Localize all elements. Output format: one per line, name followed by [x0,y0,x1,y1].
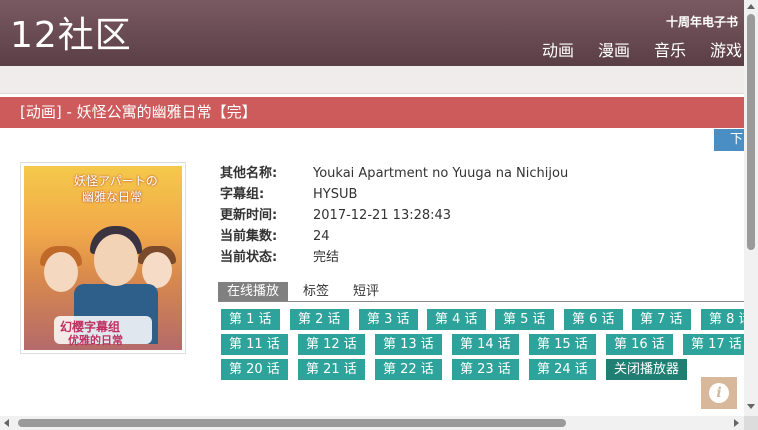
info-list: 其他名称: Youkai Apartment no Yuuga na Nichi… [220,163,568,268]
scroll-right-arrow-icon[interactable] [734,419,739,427]
info-label: 更新时间: [220,208,278,223]
info-row-status: 当前状态: 完结 [220,247,568,268]
nav-games[interactable]: 游戏 [710,37,742,61]
info-button[interactable]: i [701,377,737,409]
site-header: 12社区 十周年电子书 动画 漫画 音乐 游戏 [0,0,758,66]
info-value: HYSUB [313,187,358,202]
info-row-update-time: 更新时间: 2017-12-21 13:28:43 [220,205,568,226]
episode-button[interactable]: 第 13 话 [375,334,442,355]
nav-music[interactable]: 音乐 [654,37,686,61]
info-label: 当前集数: [220,229,278,244]
site-logo[interactable]: 12社区 [10,14,132,58]
episode-button[interactable]: 第 20 话 [221,359,288,380]
info-value: Youkai Apartment no Yuuga na Nichijou [313,166,569,181]
poster-art: 妖怪アパートの 幽雅な日常 幻樱字幕组 优雅的日常 [24,166,182,350]
episode-button[interactable]: 第 6 话 [564,309,623,330]
episode-list: 第 1 话 第 2 话 第 3 话 第 4 话 第 5 话 第 6 话 第 7 … [221,309,744,383]
info-row-episode-count: 当前集数: 24 [220,226,568,247]
scroll-down-arrow-icon[interactable] [747,404,755,409]
tab-tags[interactable]: 标签 [294,282,338,301]
episode-button[interactable]: 第 21 话 [298,359,365,380]
main-nav: 动画 漫画 音乐 游戏 [542,37,742,61]
episode-button[interactable]: 第 4 话 [427,309,486,330]
vertical-scroll-thumb[interactable] [747,14,755,250]
nav-anime[interactable]: 动画 [542,37,574,61]
info-value: 24 [313,229,330,244]
poster-character-face [142,252,172,288]
tab-reviews[interactable]: 短评 [344,282,388,301]
close-player-button[interactable]: 关闭播放器 [606,359,688,380]
episode-button[interactable]: 第 11 话 [221,334,288,355]
info-label: 其他名称: [220,166,278,181]
episode-button[interactable]: 第 15 话 [529,334,596,355]
scrollbar-corner [744,416,758,430]
poster-character-face [44,252,78,292]
episode-button[interactable]: 第 23 话 [452,359,519,380]
episode-button[interactable]: 第 7 话 [632,309,691,330]
scroll-left-arrow-icon[interactable] [4,419,9,427]
anniversary-ebook-link[interactable]: 十周年电子书 [666,13,738,30]
poster-image: 妖怪アパートの 幽雅な日常 幻樱字幕组 优雅的日常 [20,162,186,354]
episode-button[interactable]: 第 1 话 [221,309,280,330]
episode-button[interactable]: 第 12 话 [298,334,365,355]
info-label: 字幕组: [220,187,265,202]
episode-button[interactable]: 第 22 话 [375,359,442,380]
info-row-alt-name: 其他名称: Youkai Apartment no Yuuga na Nichi… [220,163,568,184]
scroll-up-arrow-icon[interactable] [747,4,755,9]
vertical-scrollbar[interactable] [744,0,758,416]
episode-button[interactable]: 第 16 话 [606,334,673,355]
info-row-fansub: 字幕组: HYSUB [220,184,568,205]
download-button[interactable]: 下载 [714,129,744,151]
info-value: 完结 [313,250,340,265]
info-label: 当前状态: [220,250,278,265]
horizontal-scroll-thumb[interactable] [18,419,566,427]
tab-online-play[interactable]: 在线播放 [218,282,289,301]
info-icon: i [709,383,729,403]
episode-button[interactable]: 第 17 话 [683,334,744,355]
info-value: 2017-12-21 13:28:43 [313,208,452,223]
tab-bar: 在线播放 标签 短评 [218,282,744,302]
page-title: [动画] - 妖怪公寓的幽雅日常【完】 [0,97,744,128]
poster-title-line2: 幽雅な日常 [82,190,143,204]
episode-button[interactable]: 第 5 话 [495,309,554,330]
poster-sub-line2: 优雅的日常 [68,334,123,347]
episode-button[interactable]: 第 24 话 [529,359,596,380]
episode-button[interactable]: 第 8 话 [701,309,744,330]
episode-button[interactable]: 第 3 话 [359,309,418,330]
sub-bar [0,66,744,94]
poster-title-line1: 妖怪アパートの [74,174,158,188]
episode-button[interactable]: 第 14 话 [452,334,519,355]
nav-manga[interactable]: 漫画 [598,37,630,61]
episode-button[interactable]: 第 2 话 [290,309,349,330]
poster-character-face [94,234,138,286]
horizontal-scrollbar[interactable] [0,416,744,430]
